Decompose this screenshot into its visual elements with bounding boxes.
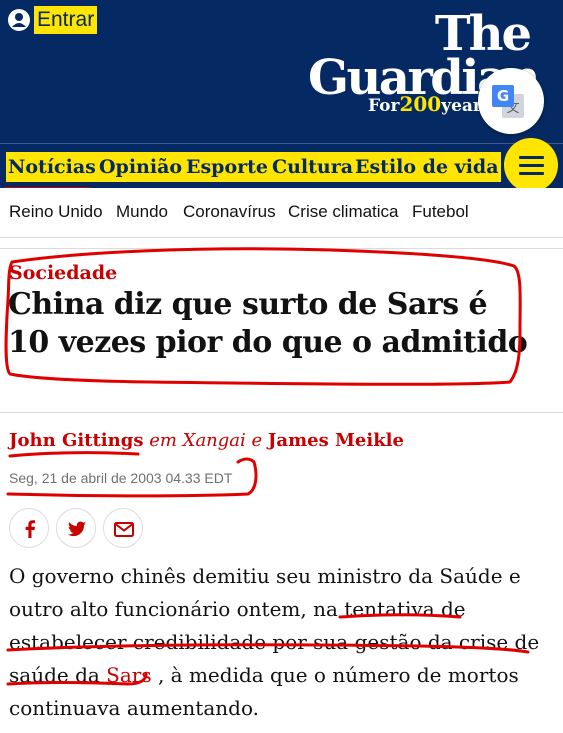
- author-link[interactable]: James Meikle: [268, 430, 404, 451]
- signin-link[interactable]: Entrar: [8, 6, 98, 34]
- subnav-item-crise-climatica[interactable]: Crise climatica: [288, 202, 399, 222]
- byline-location: em Xangai: [149, 430, 246, 451]
- facebook-icon: [25, 520, 35, 538]
- annotation-author-underline: [8, 451, 140, 458]
- subnav-item-coronavirus[interactable]: Coronavírus: [183, 202, 276, 222]
- svg-text:G: G: [497, 87, 509, 105]
- divider: [0, 248, 563, 249]
- share-facebook-button[interactable]: [9, 508, 49, 548]
- primary-nav: Notícias Opinião Esporte Cultura Estilo …: [0, 143, 563, 190]
- nav-item-noticias[interactable]: Notícias: [6, 152, 98, 182]
- publish-date: Seg, 21 de abril de 2003 04.33 EDT: [9, 470, 233, 486]
- nav-item-cultura[interactable]: Cultura: [270, 152, 356, 182]
- email-icon: [114, 522, 134, 537]
- nav-item-opiniao[interactable]: Opinião: [97, 152, 185, 182]
- google-translate-icon: 文 G: [492, 85, 524, 118]
- menu-icon-bar: [519, 164, 544, 167]
- article-body: O governo chinês demitiu seu ministro da…: [9, 560, 549, 725]
- byline: John Gittings em Xangai e James Meikle: [9, 430, 404, 451]
- sars-link[interactable]: Sars: [106, 663, 151, 687]
- signin-label[interactable]: Entrar: [34, 6, 98, 34]
- author-link[interactable]: John Gittings: [9, 430, 143, 451]
- user-icon: [8, 9, 30, 31]
- divider: [0, 412, 563, 413]
- nav-item-estilo-de-vida[interactable]: Estilo de vida: [353, 152, 501, 182]
- logo-tagline: For200years: [368, 92, 492, 116]
- menu-icon: [519, 156, 544, 159]
- menu-button[interactable]: [504, 138, 558, 192]
- share-twitter-button[interactable]: [56, 508, 96, 548]
- twitter-icon: [67, 521, 86, 537]
- google-translate-button[interactable]: 文 G: [478, 68, 544, 134]
- masthead: Entrar The Guardian For200years 文 G: [0, 0, 563, 143]
- byline-and: e: [251, 430, 263, 451]
- section-kicker[interactable]: Sociedade: [9, 262, 117, 284]
- secondary-nav: Reino Unido Mundo Coronavírus Crise clim…: [0, 188, 563, 238]
- menu-icon-bar: [519, 172, 544, 175]
- subnav-item-futebol[interactable]: Futebol: [412, 202, 469, 222]
- subnav-item-reino-unido[interactable]: Reino Unido: [9, 202, 103, 222]
- subnav-item-mundo[interactable]: Mundo: [116, 202, 168, 222]
- nav-item-esporte[interactable]: Esporte: [184, 152, 271, 182]
- share-email-button[interactable]: [103, 508, 143, 548]
- article-headline: China diz que surto de Sars é 10 vezes p…: [8, 287, 528, 360]
